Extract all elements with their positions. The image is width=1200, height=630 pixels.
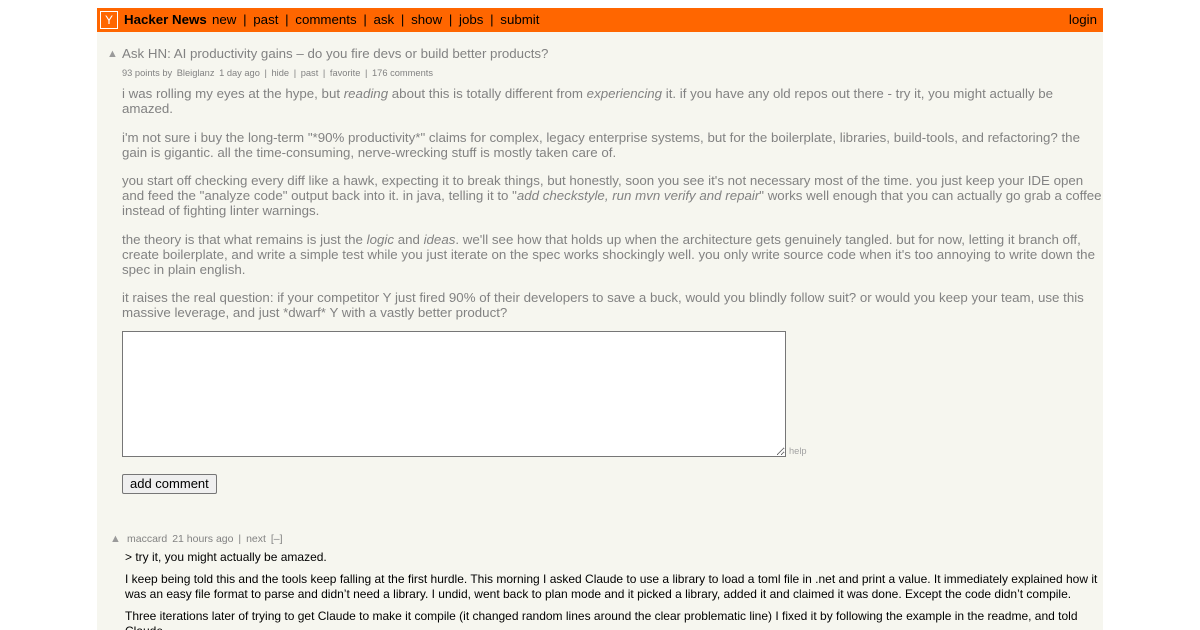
login-link[interactable]: login [1069,12,1097,27]
text-run: the theory is that what remains is just … [122,231,367,247]
login-area: login [1069,8,1097,32]
emphasis-text: ideas [423,231,456,247]
nav-links: new | past | comments | ask | show | job… [212,8,539,32]
top-bar: Y Hacker News new | past | comments | as… [97,8,1103,32]
story-paragraph: i was rolling my eyes at the hype, but r… [122,86,1102,116]
nav-separator: | [448,12,453,27]
story-paragraph: you start off checking every diff like a… [122,173,1102,218]
y-logo-icon[interactable]: Y [100,11,118,29]
collapse-toggle[interactable]: [–] [271,533,283,545]
comments-count-link[interactable]: 176 comments [372,68,433,78]
nav-separator: | [243,12,247,27]
emphasis-text: reading [343,86,389,101]
nav-past[interactable]: past [253,12,278,27]
subtext-separator: | [364,68,368,78]
nav-separator: | [490,12,494,27]
nav-submit[interactable]: submit [500,12,539,27]
nav-jobs[interactable]: jobs [459,12,483,27]
hide-link[interactable]: hide [272,68,290,78]
comment-upvote-arrow-icon[interactable]: ▲ [110,533,121,545]
text-run: i was rolling my eyes at the hype, but [122,86,344,101]
story-subtext: 93 points by Bleiglanz 1 day ago | hide … [122,68,433,78]
emphasis-text: add checkstyle, run mvn verify and repai… [516,188,760,203]
story-paragraph: i'm not sure i buy the long-term "*90% p… [122,130,1102,160]
story-paragraph: the theory is that what remains is just … [122,232,1102,277]
story-user[interactable]: Bleiglanz [177,68,215,78]
story-age[interactable]: 1 day ago [219,68,260,78]
past-link[interactable]: past [301,68,319,78]
subtext-separator: | [293,68,297,78]
story-points: 93 points by [122,68,173,78]
comment-paragraph: I keep being told this and the tools kee… [125,572,1098,601]
nav-comments[interactable]: comments [295,12,356,27]
nav-new[interactable]: new [212,12,236,27]
nav-separator: | [285,12,289,27]
story-text: i was rolling my eyes at the hype, but r… [122,86,1102,334]
story-paragraph: it raises the real question: if your com… [122,290,1102,320]
nav-separator: | [363,12,367,27]
upvote-arrow-icon[interactable]: ▲ [107,48,118,60]
site-title[interactable]: Hacker News [124,8,207,32]
subtext-separator: | [264,68,267,78]
favorite-link[interactable]: favorite [330,68,361,78]
comment-user[interactable]: maccard [127,533,167,545]
comment-text: > try it, you might actually be amazed. … [125,550,1101,630]
story-title[interactable]: Ask HN: AI productivity gains – do you f… [122,46,548,61]
emphasis-text: experiencing [586,86,663,101]
text-run: i'm not sure i buy the long-term "*90% p… [122,129,1080,160]
comment-paragraph: > try it, you might actually be amazed. [125,550,327,564]
hn-main: Y Hacker News new | past | comments | as… [97,8,1103,630]
subtext-separator: | [322,68,326,78]
text-run: about this is totally different from [388,86,587,101]
text-run: and [394,231,424,247]
comment-header: maccard 21 hours ago | next [–] [125,533,283,545]
emphasis-text: logic [366,231,394,247]
text-run: it raises the real question: if your com… [122,290,1084,320]
comment-age[interactable]: 21 hours ago [172,533,233,545]
next-link[interactable]: next [246,533,266,545]
comhead-separator: | [238,533,242,545]
comment-paragraph: Three iterations later of trying to get … [125,609,1078,630]
nav-show[interactable]: show [411,12,442,27]
add-comment-button[interactable]: add comment [122,474,217,494]
comment-textarea[interactable] [122,331,786,457]
nav-ask[interactable]: ask [374,12,395,27]
nav-separator: | [400,12,405,27]
help-link[interactable]: help [789,446,807,456]
